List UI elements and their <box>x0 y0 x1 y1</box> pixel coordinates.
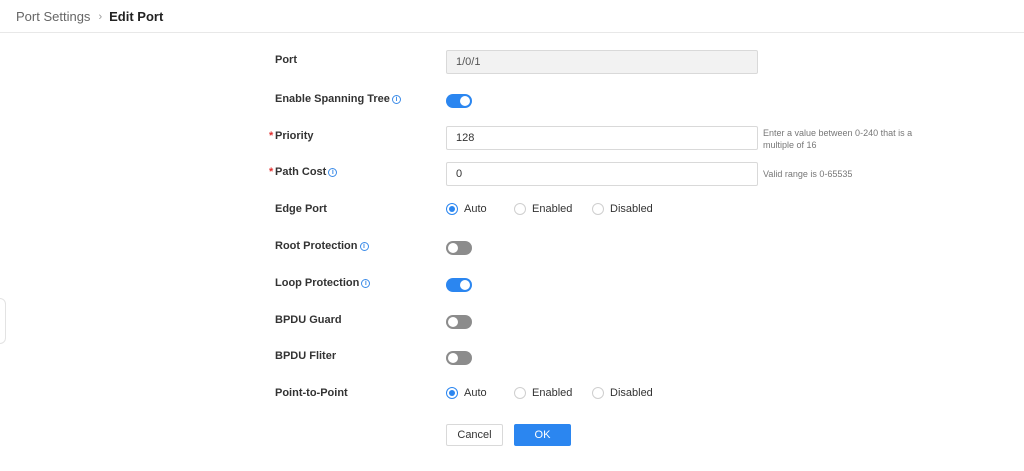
bpdu-filter-toggle[interactable] <box>446 351 472 365</box>
loop-protection-row: Loop Protection i <box>0 273 1024 297</box>
root-protection-row: Root Protection i <box>0 236 1024 260</box>
root-protection-label: Root Protection <box>275 240 358 252</box>
priority-input[interactable] <box>446 126 758 150</box>
page-header: Port Settings › Edit Port <box>0 0 1024 33</box>
path-cost-input[interactable] <box>446 162 758 186</box>
radio-label: Disabled <box>610 387 653 399</box>
radio-dot <box>514 387 526 399</box>
priority-label-group: * Priority <box>269 130 314 142</box>
toggle-knob <box>460 280 470 290</box>
spanning-tree-label-group: Enable Spanning Tree i <box>275 93 401 105</box>
root-protection-label-group: Root Protection i <box>275 240 369 252</box>
radio-label: Disabled <box>610 203 653 215</box>
info-icon[interactable]: i <box>328 167 338 177</box>
edge-port-row: Edge Port Auto Enabled Disabled <box>0 199 1024 223</box>
toggle-knob <box>448 353 458 363</box>
radio-dot <box>514 203 526 215</box>
path-cost-label: Path Cost <box>275 166 327 178</box>
point-to-point-radio-enabled[interactable]: Enabled <box>514 387 592 399</box>
required-mark: * <box>269 166 274 178</box>
radio-dot <box>592 203 604 215</box>
toggle-knob <box>448 317 458 327</box>
point-to-point-row: Point-to-Point Auto Enabled Disabled <box>0 383 1024 407</box>
edge-port-radio-group: Auto Enabled Disabled <box>446 203 662 215</box>
radio-dot <box>592 387 604 399</box>
point-to-point-radio-disabled[interactable]: Disabled <box>592 387 662 399</box>
edge-port-label: Edge Port <box>275 203 327 215</box>
info-icon[interactable]: i <box>361 278 371 288</box>
radio-label: Enabled <box>532 387 573 399</box>
point-to-point-label: Point-to-Point <box>275 387 348 399</box>
path-cost-row: * Path Cost i Valid range is 0-65535 <box>0 162 1024 186</box>
chevron-right-icon: › <box>98 10 103 23</box>
bpdu-filter-row: BPDU Fliter <box>0 346 1024 370</box>
path-cost-label-group: * Path Cost i <box>269 166 338 178</box>
ok-button[interactable]: OK <box>514 424 571 446</box>
toggle-knob <box>448 243 458 253</box>
radio-dot <box>446 203 458 215</box>
radio-label: Enabled <box>532 203 573 215</box>
port-input <box>446 50 758 74</box>
cancel-button[interactable]: Cancel <box>446 424 503 446</box>
required-mark: * <box>269 130 274 142</box>
edge-port-radio-disabled[interactable]: Disabled <box>592 203 662 215</box>
spanning-tree-label: Enable Spanning Tree <box>275 93 390 105</box>
priority-label: Priority <box>275 130 314 142</box>
radio-dot <box>446 387 458 399</box>
radio-label: Auto <box>464 203 487 215</box>
priority-row: * Priority Enter a value between 0-240 t… <box>0 126 1024 150</box>
breadcrumb-port-settings-link[interactable]: Port Settings <box>16 9 90 24</box>
loop-protection-label: Loop Protection <box>275 277 360 289</box>
info-icon[interactable]: i <box>391 94 401 104</box>
loop-protection-toggle[interactable] <box>446 278 472 292</box>
root-protection-toggle[interactable] <box>446 241 472 255</box>
spanning-tree-row: Enable Spanning Tree i <box>0 89 1024 113</box>
spanning-tree-toggle[interactable] <box>446 94 472 108</box>
port-row: Port <box>0 50 1024 74</box>
point-to-point-radio-group: Auto Enabled Disabled <box>446 387 662 399</box>
page-title: Edit Port <box>109 9 164 24</box>
loop-protection-label-group: Loop Protection i <box>275 277 371 289</box>
edge-port-radio-auto[interactable]: Auto <box>446 203 514 215</box>
priority-hint: Enter a value between 0-240 that is a mu… <box>763 128 913 150</box>
port-label: Port <box>275 54 297 66</box>
info-icon[interactable]: i <box>359 241 369 251</box>
bpdu-filter-label: BPDU Fliter <box>275 350 337 362</box>
toggle-knob <box>460 96 470 106</box>
bpdu-guard-toggle[interactable] <box>446 315 472 329</box>
bpdu-guard-label: BPDU Guard <box>275 314 342 326</box>
point-to-point-radio-auto[interactable]: Auto <box>446 387 514 399</box>
bpdu-guard-row: BPDU Guard <box>0 310 1024 334</box>
breadcrumb: Port Settings › Edit Port <box>16 9 163 24</box>
path-cost-hint: Valid range is 0-65535 <box>763 169 853 179</box>
edge-port-radio-enabled[interactable]: Enabled <box>514 203 592 215</box>
radio-label: Auto <box>464 387 487 399</box>
